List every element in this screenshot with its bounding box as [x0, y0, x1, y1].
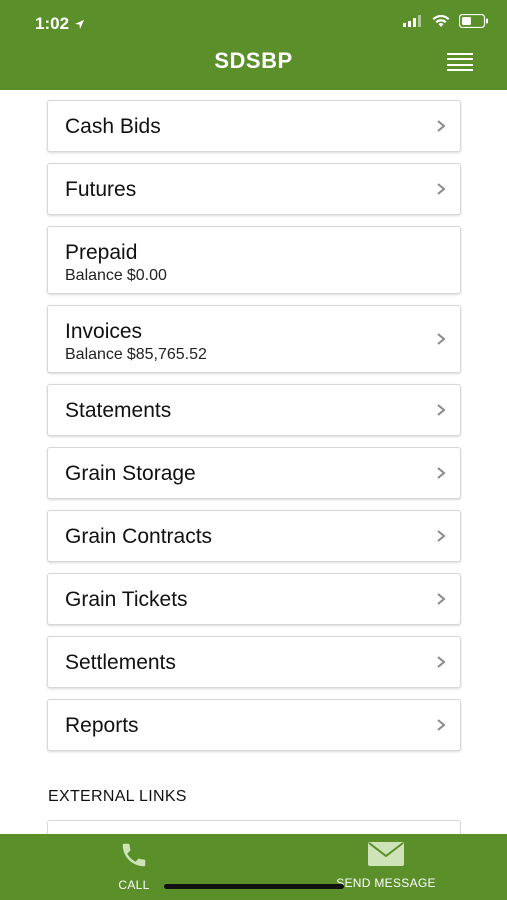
menu-item-grain-contracts[interactable]: Grain Contracts	[47, 510, 461, 562]
chevron-right-icon	[437, 593, 446, 605]
wifi-icon	[432, 14, 450, 27]
menu-line	[447, 53, 473, 55]
hamburger-menu-button[interactable]	[447, 53, 473, 71]
menu-item-label: Grain Storage	[65, 462, 196, 485]
menu-item-label: Settlements	[65, 651, 176, 674]
menu-item-label: Grain Tickets	[65, 588, 188, 611]
chevron-right-icon	[437, 120, 446, 132]
chevron-right-icon	[437, 719, 446, 731]
menu-item-label: Grain Contracts	[65, 525, 213, 548]
menu-item-label: Cash Bids	[65, 115, 161, 138]
menu-item-label: Reports	[65, 714, 139, 737]
location-arrow-icon	[74, 19, 85, 29]
chevron-right-icon	[437, 467, 446, 479]
menu-item-label: Invoices	[65, 320, 143, 343]
menu-line	[447, 63, 473, 66]
call-button[interactable]: CALL	[104, 840, 164, 892]
invoices-balance: Balance $85,765.52	[65, 346, 207, 364]
chevron-right-icon	[437, 656, 446, 668]
envelope-icon	[368, 842, 404, 866]
menu-item-grain-storage[interactable]: Grain Storage	[47, 447, 461, 499]
account-menu-list: Cash Bids Futures Prepaid Balance $0.00 …	[47, 100, 461, 762]
balance-label: Balance	[65, 346, 123, 363]
menu-line	[447, 58, 473, 61]
phone-icon	[122, 843, 146, 867]
menu-item-prepaid[interactable]: Prepaid Balance $0.00	[47, 226, 461, 294]
call-label: CALL	[118, 878, 150, 892]
balance-value: $85,765.52	[126, 346, 207, 363]
chevron-right-icon	[437, 183, 446, 195]
menu-item-statements[interactable]: Statements	[47, 384, 461, 436]
battery-icon	[459, 14, 488, 28]
send-message-button[interactable]: SEND MESSAGE	[326, 840, 446, 890]
status-bar-time: 1:02	[35, 14, 85, 34]
menu-item-futures[interactable]: Futures	[47, 163, 461, 215]
prepaid-balance: Balance $0.00	[65, 267, 167, 285]
status-bar-icons	[403, 14, 489, 28]
menu-item-invoices[interactable]: Invoices Balance $85,765.52	[47, 305, 461, 373]
page-title: SDSBP	[214, 48, 293, 73]
menu-item-settlements[interactable]: Settlements	[47, 636, 461, 688]
chevron-right-icon	[437, 333, 446, 345]
balance-label: Balance	[65, 267, 123, 284]
menu-item-label: Prepaid	[65, 241, 138, 264]
menu-line	[447, 68, 473, 71]
menu-item-grain-tickets[interactable]: Grain Tickets	[47, 573, 461, 625]
home-indicator	[164, 884, 344, 889]
external-links-heading: EXTERNAL LINKS	[48, 788, 187, 805]
bottom-action-bar: CALL SEND MESSAGE	[0, 834, 507, 900]
menu-item-reports[interactable]: Reports	[47, 699, 461, 751]
chevron-right-icon	[437, 530, 446, 542]
menu-item-label: Futures	[65, 178, 137, 201]
menu-item-cash-bids[interactable]: Cash Bids	[47, 100, 461, 152]
balance-value: $0.00	[126, 267, 167, 284]
status-time-text: 1:02	[35, 14, 70, 33]
send-message-label: SEND MESSAGE	[336, 876, 436, 890]
chevron-right-icon	[437, 404, 446, 416]
menu-item-label: Statements	[65, 399, 172, 422]
app-header: 1:02 SDSBP	[0, 0, 507, 90]
signal-icon	[403, 15, 421, 27]
